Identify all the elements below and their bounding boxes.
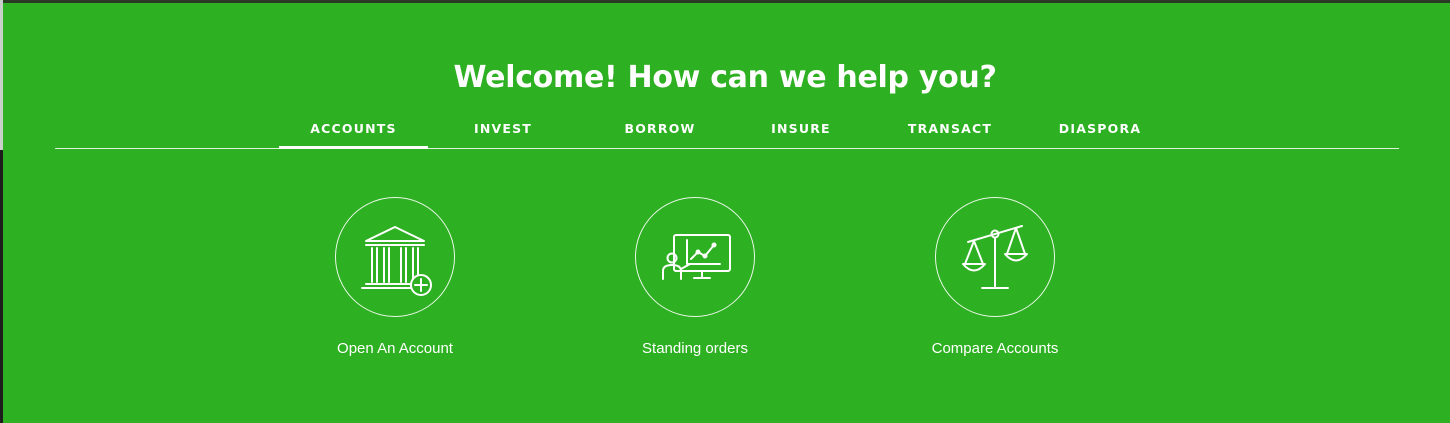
open-account-card[interactable]: Open An Account xyxy=(275,197,515,367)
tab-transact[interactable]: TRANSACT xyxy=(891,112,1009,148)
bank-add-icon xyxy=(361,226,432,296)
compare-accounts-card[interactable]: Compare Accounts xyxy=(875,197,1115,367)
tab-insure[interactable]: INSURE xyxy=(753,112,849,148)
tab-diaspora[interactable]: DIASPORA xyxy=(1045,112,1155,148)
top-image-edge xyxy=(0,0,1450,3)
balance-scale-icon xyxy=(962,225,1028,289)
card-label: Standing orders xyxy=(642,340,748,357)
category-tabs: ACCOUNTS INVEST BORROW INSURE TRANSACT D… xyxy=(55,112,1399,149)
icon-circle xyxy=(935,197,1055,317)
help-section: Welcome! How can we help you? ACCOUNTS I… xyxy=(0,0,1450,423)
page-title: Welcome! How can we help you? xyxy=(453,60,997,95)
tab-borrow[interactable]: BORROW xyxy=(600,112,720,148)
tab-invest[interactable]: INVEST xyxy=(448,112,558,148)
standing-orders-card[interactable]: Standing orders xyxy=(575,197,815,367)
tab-accounts[interactable]: ACCOUNTS xyxy=(279,112,428,149)
card-label: Compare Accounts xyxy=(931,340,1059,357)
icon-circle xyxy=(335,197,455,317)
presentation-chart-icon xyxy=(662,234,731,280)
icon-circle xyxy=(635,197,755,317)
card-label: Open An Account xyxy=(337,340,453,357)
